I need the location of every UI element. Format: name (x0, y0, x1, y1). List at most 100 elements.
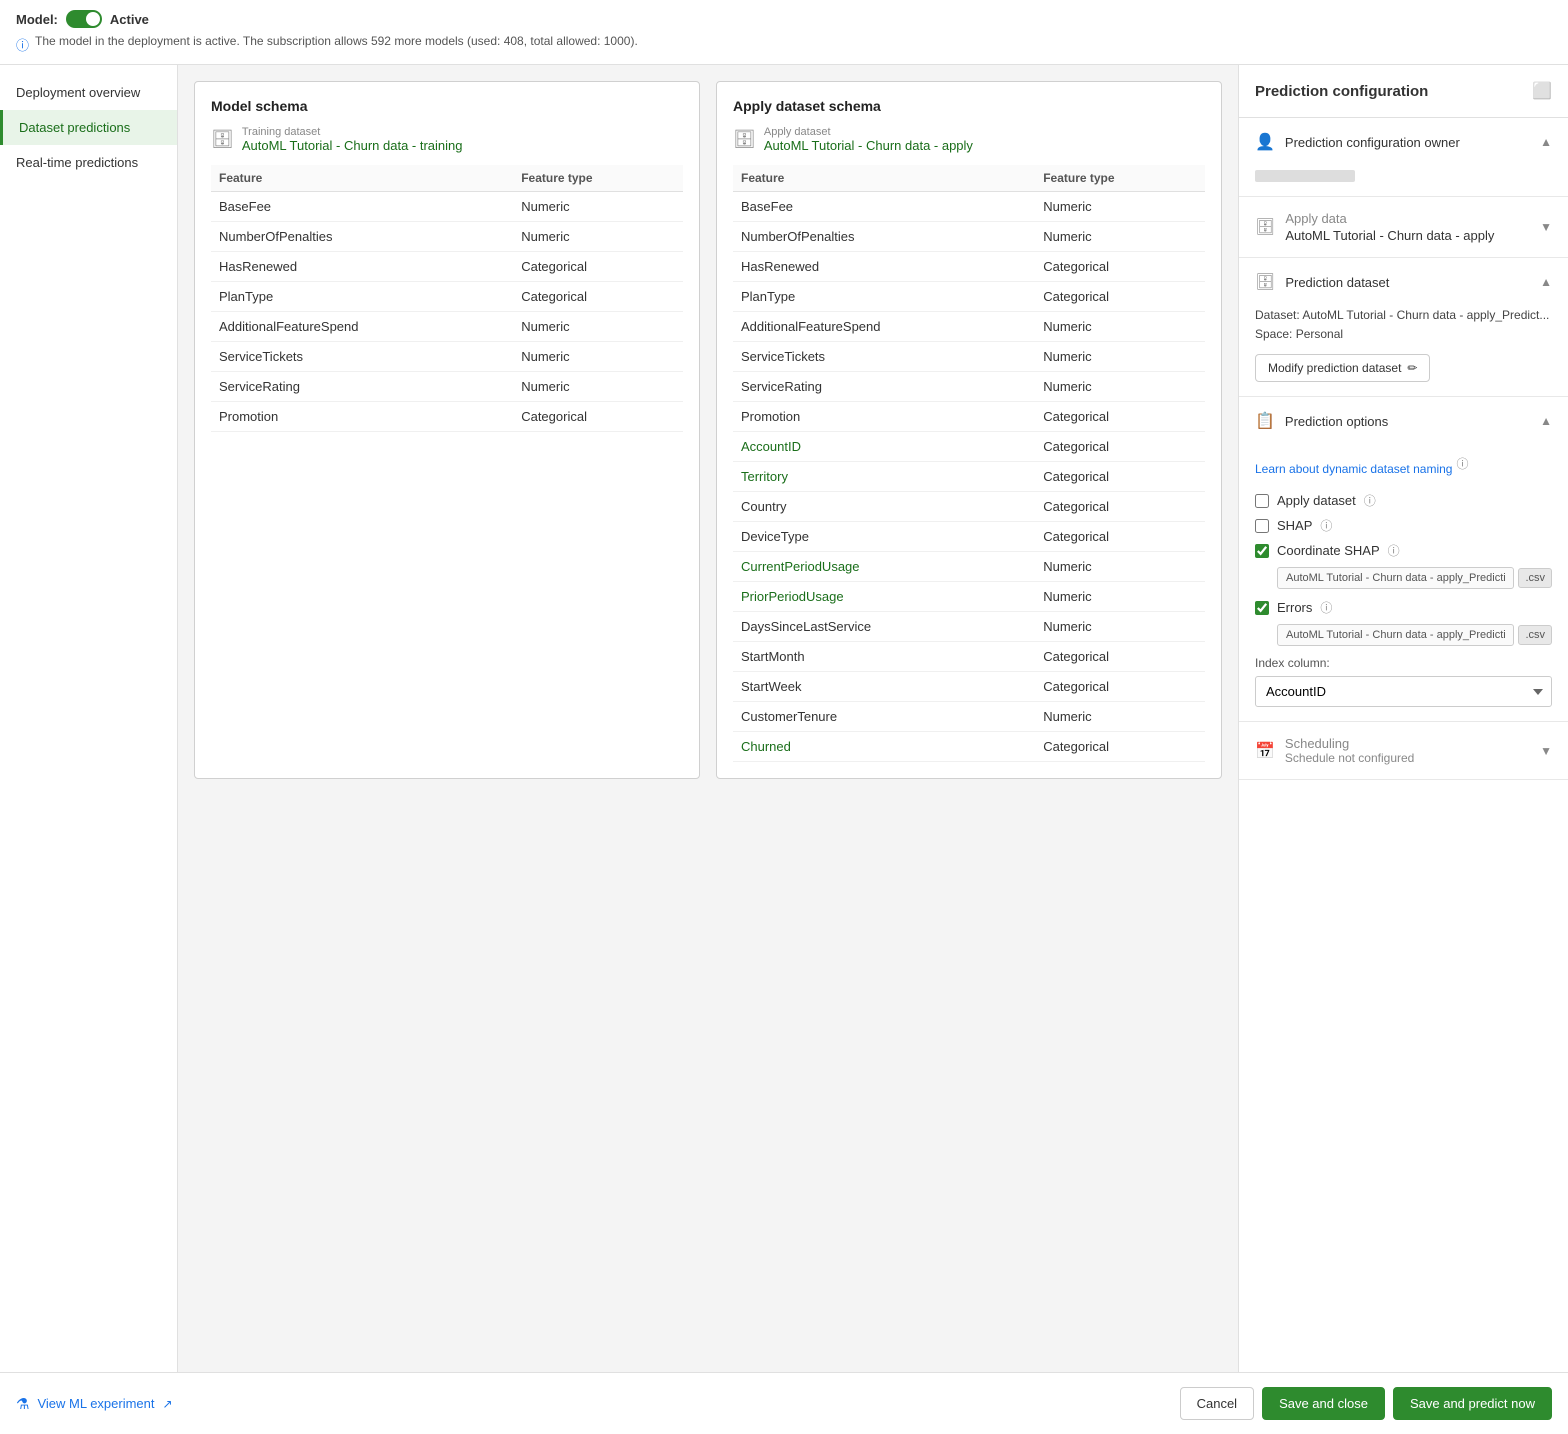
table-row: AdditionalFeatureSpendNumeric (211, 312, 683, 342)
apply-dataset-checkbox[interactable] (1255, 494, 1269, 508)
sidebar-item-deployment-overview[interactable]: Deployment overview (0, 75, 177, 110)
table-row: PlanTypeCategorical (733, 282, 1205, 312)
learn-link-text: Learn about dynamic dataset naming (1255, 462, 1452, 476)
model-status-text: Active (110, 12, 149, 27)
apply-db-icon: 🗄 (733, 129, 756, 150)
prediction-dataset-body: Dataset: AutoML Tutorial - Churn data - … (1239, 306, 1568, 396)
flask-icon: ⚗ (16, 1395, 29, 1413)
model-active-toggle[interactable] (66, 10, 102, 28)
scheduling-section: 📅 Scheduling Schedule not configured ▼ (1239, 722, 1568, 780)
owner-section-header[interactable]: 👤 Prediction configuration owner ▲ (1239, 118, 1568, 166)
apply-schema-title: Apply dataset schema (733, 98, 1205, 114)
model-schema-title: Model schema (211, 98, 683, 114)
prediction-dataset-chevron: ▲ (1540, 275, 1552, 289)
learn-link[interactable]: Learn about dynamic dataset naming ⓘ (1255, 455, 1552, 482)
table-row: PromotionCategorical (733, 402, 1205, 432)
errors-input[interactable] (1277, 624, 1514, 646)
bottom-bar: ⚗ View ML experiment ↗ Cancel Save and c… (0, 1372, 1568, 1434)
prediction-dataset-section-header[interactable]: 🗄 Prediction dataset ▲ (1239, 258, 1568, 306)
coordinate-shap-label: Coordinate SHAP (1277, 543, 1380, 558)
table-row: HasRenewedCategorical (211, 252, 683, 282)
coordinate-shap-checkbox-row: Coordinate SHAP ⓘ (1255, 542, 1552, 559)
apply-dataset-info-icon: ⓘ (1364, 492, 1376, 509)
apply-data-section: 🗄 Apply data AutoML Tutorial - Churn dat… (1239, 197, 1568, 258)
right-panel-collapse-icon[interactable]: ⬜ (1532, 81, 1552, 101)
table-row: ServiceRatingNumeric (211, 372, 683, 402)
coordinate-shap-checkbox[interactable] (1255, 544, 1269, 558)
view-experiment-label: View ML experiment (37, 1396, 154, 1411)
coordinate-shap-input[interactable] (1277, 567, 1514, 589)
info-row: ⓘ The model in the deployment is active.… (16, 34, 1552, 54)
prediction-options-icon: 📋 (1255, 411, 1275, 431)
training-dataset-label: Training dataset (242, 126, 463, 138)
apply-data-icon: 🗄 (1255, 217, 1275, 237)
cancel-button[interactable]: Cancel (1180, 1387, 1254, 1420)
prediction-dataset-space: Space: Personal (1255, 327, 1343, 341)
bottom-right-buttons: Cancel Save and close Save and predict n… (1180, 1387, 1552, 1420)
coordinate-shap-csv-badge: .csv (1518, 568, 1552, 588)
apply-schema-card: Apply dataset schema 🗄 Apply dataset Aut… (716, 81, 1222, 779)
table-row: DaysSinceLastServiceNumeric (733, 612, 1205, 642)
table-row: AdditionalFeatureSpendNumeric (733, 312, 1205, 342)
model-feature-col-header: Feature (211, 165, 513, 192)
model-schema-source: 🗄 Training dataset AutoML Tutorial - Chu… (211, 126, 683, 153)
index-col-select[interactable]: AccountID (1255, 676, 1552, 707)
info-text: The model in the deployment is active. T… (35, 34, 638, 48)
schemas-row: Model schema 🗄 Training dataset AutoML T… (194, 81, 1222, 779)
table-row: BaseFeeNumeric (211, 192, 683, 222)
shap-checkbox-row: SHAP ⓘ (1255, 517, 1552, 534)
apply-data-value: AutoML Tutorial - Churn data - apply (1285, 228, 1494, 243)
right-panel: Prediction configuration ⬜ 👤 Prediction … (1238, 65, 1568, 1372)
table-row: TerritoryCategorical (733, 462, 1205, 492)
errors-checkbox-row: Errors ⓘ (1255, 599, 1552, 616)
sidebar: Deployment overview Dataset predictions … (0, 65, 178, 1372)
view-experiment-link[interactable]: ⚗ View ML experiment ↗ (16, 1395, 173, 1413)
owner-icon: 👤 (1255, 132, 1275, 152)
errors-info-icon: ⓘ (1320, 599, 1332, 616)
main-content: Model schema 🗄 Training dataset AutoML T… (178, 65, 1238, 1372)
table-row: ChurnedCategorical (733, 732, 1205, 762)
top-bar: Model: Active ⓘ The model in the deploym… (0, 0, 1568, 65)
coordinate-shap-info-icon: ⓘ (1388, 542, 1400, 559)
apply-dataset-name: AutoML Tutorial - Churn data - apply (764, 138, 973, 153)
errors-label: Errors (1277, 600, 1312, 615)
apply-feature-col-header: Feature (733, 165, 1035, 192)
sidebar-item-dataset-predictions[interactable]: Dataset predictions (0, 110, 177, 145)
scheduling-chevron: ▼ (1540, 744, 1552, 758)
modify-prediction-dataset-button[interactable]: Modify prediction dataset ✏ (1255, 354, 1430, 382)
shap-checkbox[interactable] (1255, 519, 1269, 533)
prediction-options-header[interactable]: 📋 Prediction options ▲ (1239, 397, 1568, 445)
apply-schema-source: 🗄 Apply dataset AutoML Tutorial - Churn … (733, 126, 1205, 153)
table-row: BaseFeeNumeric (733, 192, 1205, 222)
owner-section: 👤 Prediction configuration owner ▲ (1239, 118, 1568, 197)
model-schema-card: Model schema 🗄 Training dataset AutoML T… (194, 81, 700, 779)
table-row: HasRenewedCategorical (733, 252, 1205, 282)
scheduling-subtitle: Schedule not configured (1285, 751, 1414, 765)
table-row: PriorPeriodUsageNumeric (733, 582, 1205, 612)
save-and-close-button[interactable]: Save and close (1262, 1387, 1385, 1420)
apply-data-label: Apply data (1285, 211, 1494, 226)
model-schema-table: Feature Feature type BaseFeeNumericNumbe… (211, 165, 683, 432)
errors-checkbox[interactable] (1255, 601, 1269, 615)
scheduling-icon: 📅 (1255, 741, 1275, 761)
apply-data-section-header[interactable]: 🗄 Apply data AutoML Tutorial - Churn dat… (1239, 197, 1568, 257)
scheduling-section-header[interactable]: 📅 Scheduling Schedule not configured ▼ (1239, 722, 1568, 779)
apply-dataset-checkbox-label: Apply dataset (1277, 493, 1356, 508)
table-row: NumberOfPenaltiesNumeric (733, 222, 1205, 252)
prediction-dataset-icon: 🗄 (1255, 272, 1275, 292)
apply-schema-table: Feature Feature type BaseFeeNumericNumbe… (733, 165, 1205, 762)
training-dataset-name: AutoML Tutorial - Churn data - training (242, 138, 463, 153)
prediction-dataset-info: Dataset: AutoML Tutorial - Churn data - … (1255, 306, 1552, 344)
index-col-label: Index column: (1255, 656, 1552, 670)
edit-icon: ✏ (1407, 361, 1417, 375)
owner-placeholder (1255, 170, 1355, 182)
sidebar-item-realtime-predictions[interactable]: Real-time predictions (0, 145, 177, 180)
owner-chevron: ▲ (1540, 135, 1552, 149)
prediction-options-title: Prediction options (1285, 414, 1388, 429)
save-and-predict-button[interactable]: Save and predict now (1393, 1387, 1552, 1420)
learn-info-icon: ⓘ (1456, 455, 1468, 472)
db-icon: 🗄 (211, 129, 234, 150)
apply-type-col-header: Feature type (1035, 165, 1205, 192)
errors-input-row: .csv (1277, 624, 1552, 646)
prediction-dataset-section: 🗄 Prediction dataset ▲ Dataset: AutoML T… (1239, 258, 1568, 397)
